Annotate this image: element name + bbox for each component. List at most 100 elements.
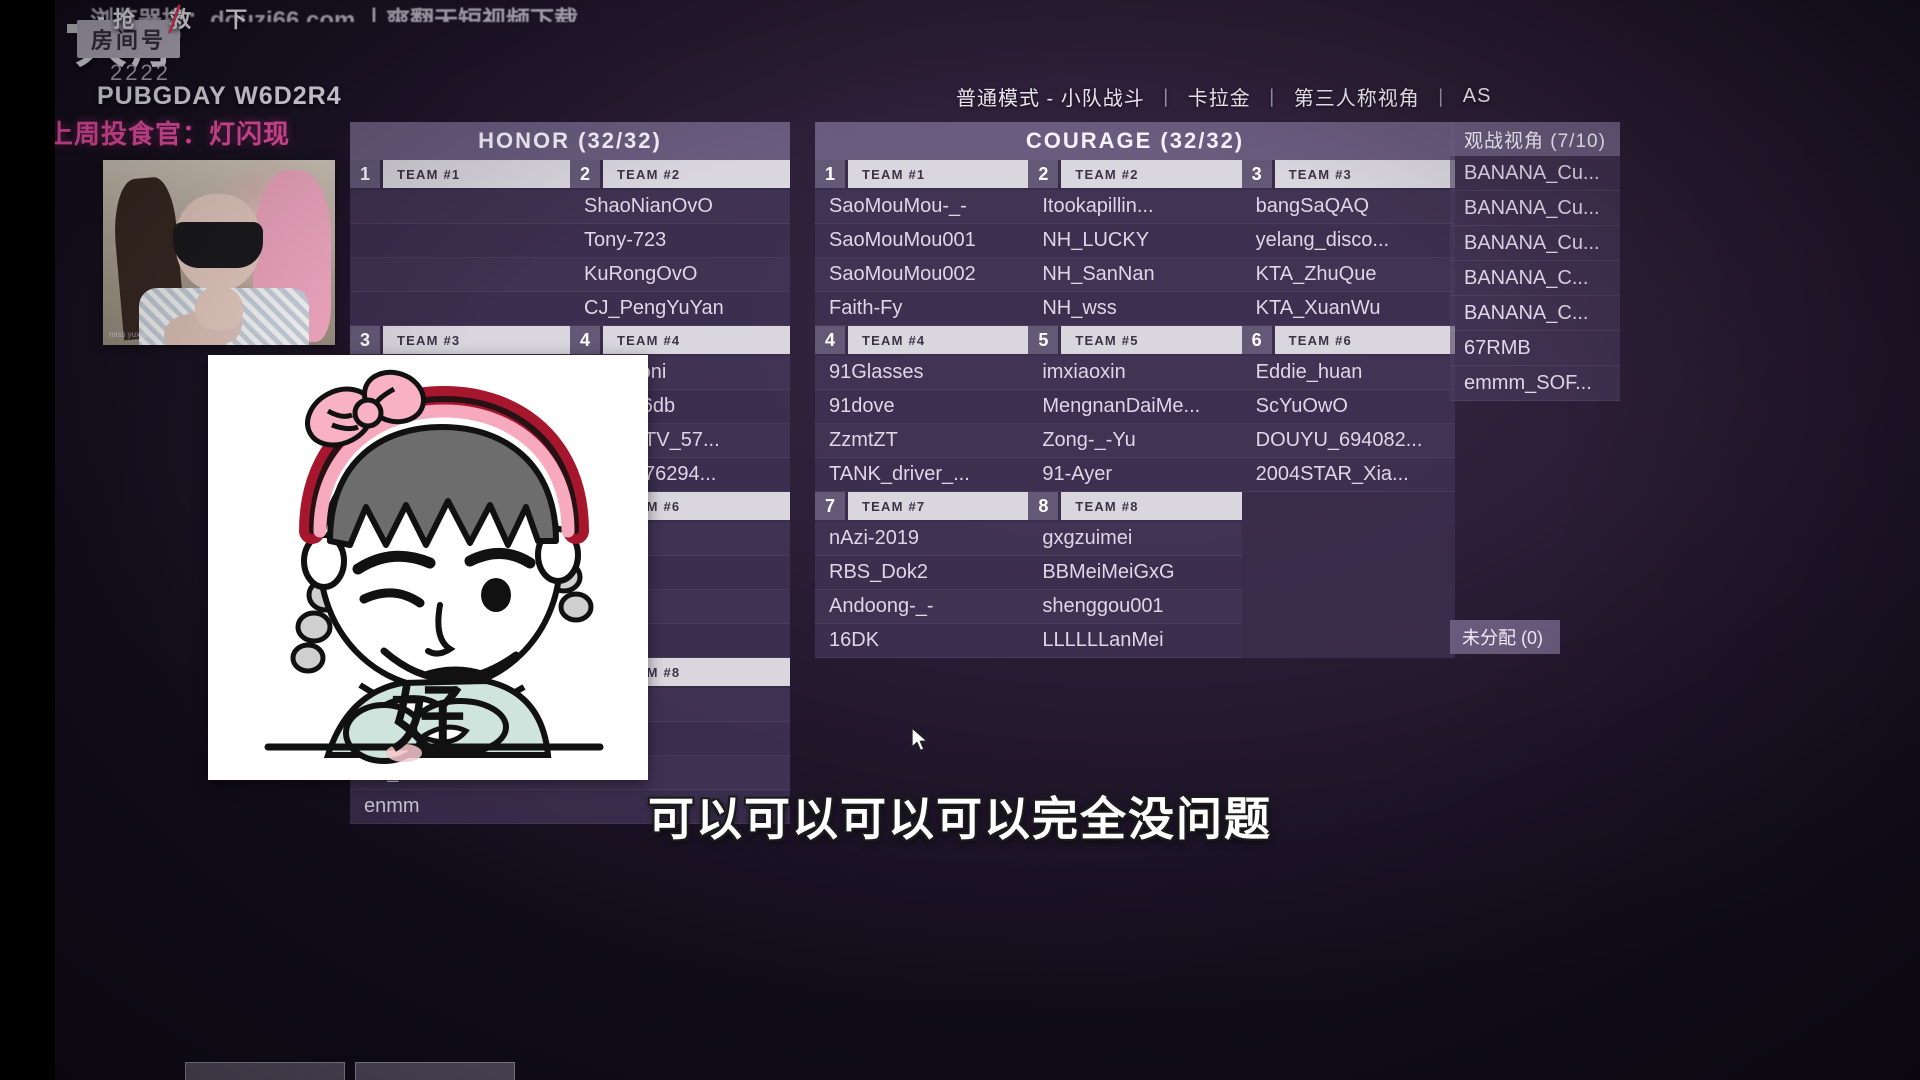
player-slot[interactable]: NH_SanNan [1028,258,1242,292]
webcam-face-mask [173,222,263,268]
team-block[interactable]: 4 TEAM #4 91Glasses 91dove ZzmtZT TANK_driver… [815,326,1029,492]
player-slot[interactable]: bangSaQAQ [1241,190,1455,224]
team-header[interactable]: 7TEAM #7 [815,492,1029,520]
team-header[interactable]: 4 TEAM #4 [815,326,1029,354]
team-header[interactable]: 3 TEAM #3 [1241,160,1455,188]
player-slot[interactable]: 2004STAR_Xia... [1241,458,1455,492]
player-slot[interactable]: ShaoNianOvO [570,190,790,224]
panel-title-honor: HONOR (32/32) [350,122,790,160]
team-block[interactable]: 1 TEAM #1 [350,160,570,326]
player-slot-empty[interactable] [350,258,570,292]
player-slot[interactable]: ZzmtZT [815,424,1029,458]
player-slot[interactable]: MengnanDaiMe... [1028,390,1242,424]
spectator-row[interactable]: BANANA_Cu... [1450,156,1620,191]
player-slot[interactable]: LLLLLLanMei [1028,624,1242,658]
team-rank: 2 [1028,160,1059,188]
spectator-row[interactable]: 67RMB [1450,331,1620,366]
lobby-button-left[interactable] [185,1062,345,1080]
player-slot[interactable]: Tony-723 [570,224,790,258]
team-block[interactable]: 2 TEAM #2 ShaoNianOvO Tony-723 KuRongOvO CJ_P… [570,160,790,326]
unassigned-badge[interactable]: 未分配 (0) [1450,620,1560,654]
team-label: TEAM #7 [848,492,1029,520]
team-label: TEAM #8 [1061,492,1242,520]
team-header[interactable]: 2 TEAM #2 [570,160,790,188]
promo-banner: 浏览器搜：douzi66.com 丨爽翻天短视频下载 [90,7,579,22]
player-slot[interactable]: BBMeiMeiGxG [1028,556,1242,590]
player-slot[interactable]: yelang_disco... [1241,224,1455,258]
player-slot[interactable]: 91-Ayer [1028,458,1242,492]
streamer-webcam[interactable]: miss yuxian [103,160,335,345]
team-block[interactable]: 3 TEAM #3 bangSaQAQ yelang_disco... KTA_ZhuQ… [1241,160,1455,326]
team-header[interactable]: 1 TEAM #1 [815,160,1029,188]
player-slot[interactable]: KuRongOvO [570,258,790,292]
spectator-row[interactable]: emmm_SOF... [1450,366,1620,401]
spectator-row[interactable]: BANANA_C... [1450,296,1620,331]
player-slot-empty[interactable] [350,292,570,326]
spectator-panel[interactable]: 观战视角 (7/10) BANANA_Cu... BANANA_Cu... BANA… [1450,122,1620,401]
player-slot[interactable]: DOUYU_694082... [1241,424,1455,458]
player-slot[interactable]: NH_LUCKY [1028,224,1242,258]
player-slot[interactable]: shenggou001 [1028,590,1242,624]
team-block[interactable]: 6 TEAM #6 Eddie_huan ScYuOwO DOUYU_694082...… [1241,326,1455,492]
player-slot[interactable]: Zong-_-Yu [1028,424,1242,458]
player-slot[interactable]: Eddie_huan [1241,356,1455,390]
mode-segment-0: 普通模式 - 小队战斗 [956,88,1145,110]
team-header[interactable]: 3 TEAM #3 [350,326,570,354]
spectator-row[interactable]: BANANA_C... [1450,261,1620,296]
player-slot[interactable]: NH_wss [1028,292,1242,326]
lobby-button-right[interactable] [355,1062,515,1080]
team-label: TEAM #1 [848,160,1029,188]
team-header[interactable]: 8TEAM #8 [1028,492,1242,520]
team-block[interactable]: 7 TEAM #7 nAzi-2019 RBS_Dok2 Andoong-_- 16DK [815,492,1029,658]
player-slot[interactable]: SaoMouMou-_- [815,190,1029,224]
player-slot[interactable]: 16DK [815,624,1029,658]
team-label: TEAM #6 [1274,326,1455,354]
team-header[interactable]: 5TEAM #5 [1028,326,1242,354]
player-slot[interactable]: SaoMouMou002 [815,258,1029,292]
team-header[interactable]: 6TEAM #6 [1241,326,1455,354]
player-slot[interactable]: Faith-Fy [815,292,1029,326]
team-header[interactable]: 1 TEAM #1 [350,160,570,188]
video-subtitle: 可以可以可以可以完全没问题 [648,792,1272,846]
team-rank: 1 [350,160,380,188]
team-rank: 1 [815,160,845,188]
player-slot[interactable]: 91dove [815,390,1029,424]
team-label: TEAM #4 [603,326,790,354]
team-rank: 3 [350,326,380,354]
player-slot[interactable]: KTA_ZhuQue [1241,258,1455,292]
player-slot[interactable]: 91Glasses [815,356,1029,390]
team-rank: 2 [570,160,600,188]
player-slot[interactable]: gxgzuimei [1028,522,1242,556]
team-panel-courage[interactable]: COURAGE (32/32) 1 TEAM #1 SaoMouMou-_- SaoM… [815,122,1455,658]
player-slot[interactable]: CJ_PengYuYan [570,292,790,326]
sticker-word: 好 [391,676,465,762]
team-rank: 4 [815,326,845,354]
team-block[interactable]: 5 TEAM #5 imxiaoxin MengnanDaiMe... Zong-_-Y… [1028,326,1242,492]
spectator-row[interactable]: BANANA_Cu... [1450,191,1620,226]
player-slot[interactable]: TANK_driver_... [815,458,1029,492]
team-header[interactable]: 2 TEAM #2 [1028,160,1242,188]
team-rank: 7 [815,492,845,520]
team-label: TEAM #2 [1061,160,1242,188]
player-slot[interactable]: ScYuOwO [1241,390,1455,424]
spectator-row[interactable]: BANANA_Cu... [1450,226,1620,261]
player-slot[interactable]: nAzi-2019 [815,522,1029,556]
player-slot[interactable]: SaoMouMou001 [815,224,1029,258]
player-slot-empty[interactable] [350,224,570,258]
team-block[interactable]: 8 TEAM #8 gxgzuimei BBMeiMeiGxG shenggou001 L… [1028,492,1242,658]
mode-separator: 丨 [1430,88,1452,110]
mode-segment-1: 卡拉金 [1187,88,1251,110]
team-header[interactable]: 4 TEAM #4 [570,326,790,354]
cursor-arrow-icon [911,727,928,752]
sponsor-line: 上周投食官：灯闪现 [55,119,291,149]
player-slot[interactable]: Itookapillin... [1028,190,1242,224]
player-slot-empty[interactable] [350,190,570,224]
player-slot[interactable]: imxiaoxin [1028,356,1242,390]
player-slot[interactable]: KTA_XuanWu [1241,292,1455,326]
player-slot[interactable]: Andoong-_- [815,590,1029,624]
team-rank: 8 [1028,492,1059,520]
team-block[interactable]: 2 TEAM #2 Itookapillin... NH_LUCKY NH_SanNan… [1028,160,1242,326]
player-slot[interactable]: RBS_Dok2 [815,556,1029,590]
team-block[interactable]: 1 TEAM #1 SaoMouMou-_- SaoMouMou001 SaoMouMo… [815,160,1029,326]
screen-root: 浏览器搜：douzi66.com 丨爽翻天短视频下载 大厅 房间号 2222 P… [0,0,1920,1080]
